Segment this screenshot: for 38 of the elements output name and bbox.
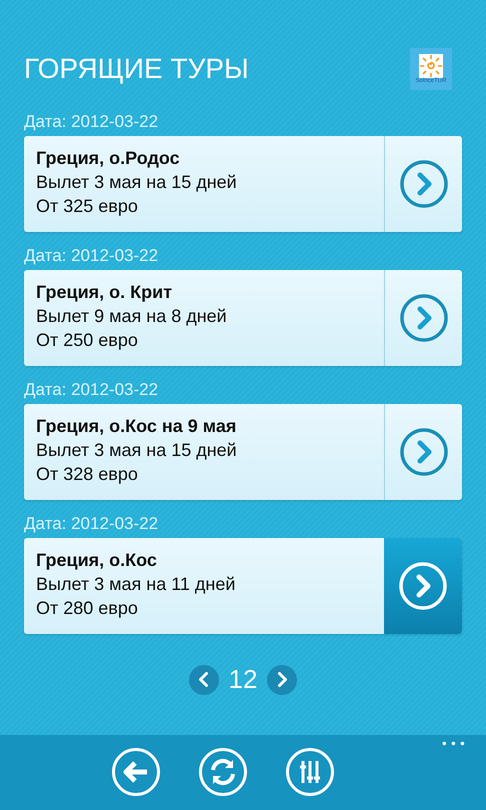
tour-card[interactable]: Греция, о.Родос Вылет 3 мая на 15 дней От 325 евро — [24, 136, 462, 232]
refresh-icon — [198, 747, 248, 797]
tour-price: От 250 евро — [36, 329, 139, 352]
tour-departure: Вылет 3 мая на 15 дней — [36, 439, 238, 462]
refresh-button[interactable] — [198, 747, 248, 797]
tour-card[interactable]: Греция, о. Крит Вылет 9 мая на 8 дней От 250 евро — [24, 270, 462, 366]
tour-departure: Вылет 3 мая на 11 дней — [36, 573, 236, 596]
back-button[interactable] — [111, 747, 161, 797]
chevron-right-icon — [398, 561, 448, 611]
chevron-right-icon — [398, 159, 448, 209]
sliders-icon — [285, 747, 335, 797]
chevron-right-icon — [278, 672, 287, 687]
tour-price: От 280 евро — [36, 597, 139, 620]
tour-name: Греция, о. Крит — [36, 281, 174, 304]
tour-price: От 328 евро — [36, 463, 139, 486]
chevron-right-icon — [398, 427, 448, 477]
tour-card[interactable]: Греция, о.Кос на 9 мая Вылет 3 мая на 15 дней От 328 евро — [24, 404, 462, 500]
tour-date: Дата: 2012-03-22 — [24, 380, 160, 400]
tour-date: Дата: 2012-03-22 — [24, 514, 160, 534]
tour-departure: Вылет 3 мая на 15 дней — [36, 171, 238, 194]
chevron-left-icon — [199, 672, 208, 687]
tour-price: От 325 евро — [36, 195, 139, 218]
tour-card[interactable]: Греция, о.Кос Вылет 3 мая на 11 дней От 280 евро — [24, 538, 462, 634]
next-page-button[interactable] — [267, 664, 298, 694]
tour-name: Греция, о.Кос на 9 мая — [36, 415, 238, 438]
tour-name: Греция, о.Кос — [36, 549, 158, 572]
page-number: 12 — [228, 664, 258, 695]
tour-name: Греция, о.Родос — [36, 147, 181, 170]
sun-icon — [419, 54, 443, 78]
previous-page-button[interactable] — [188, 664, 219, 694]
page-title: ГОРЯЩИЕ ТУРЫ — [24, 53, 249, 85]
open-tour-button[interactable] — [384, 538, 462, 634]
tour-departure: Вылет 9 мая на 8 дней — [36, 305, 228, 328]
settings-button[interactable] — [285, 747, 335, 797]
tour-date: Дата: 2012-03-22 — [24, 112, 160, 132]
chevron-right-icon — [398, 293, 448, 343]
tour-date: Дата: 2012-03-22 — [24, 246, 160, 266]
more-button[interactable]: ••• — [440, 737, 468, 751]
